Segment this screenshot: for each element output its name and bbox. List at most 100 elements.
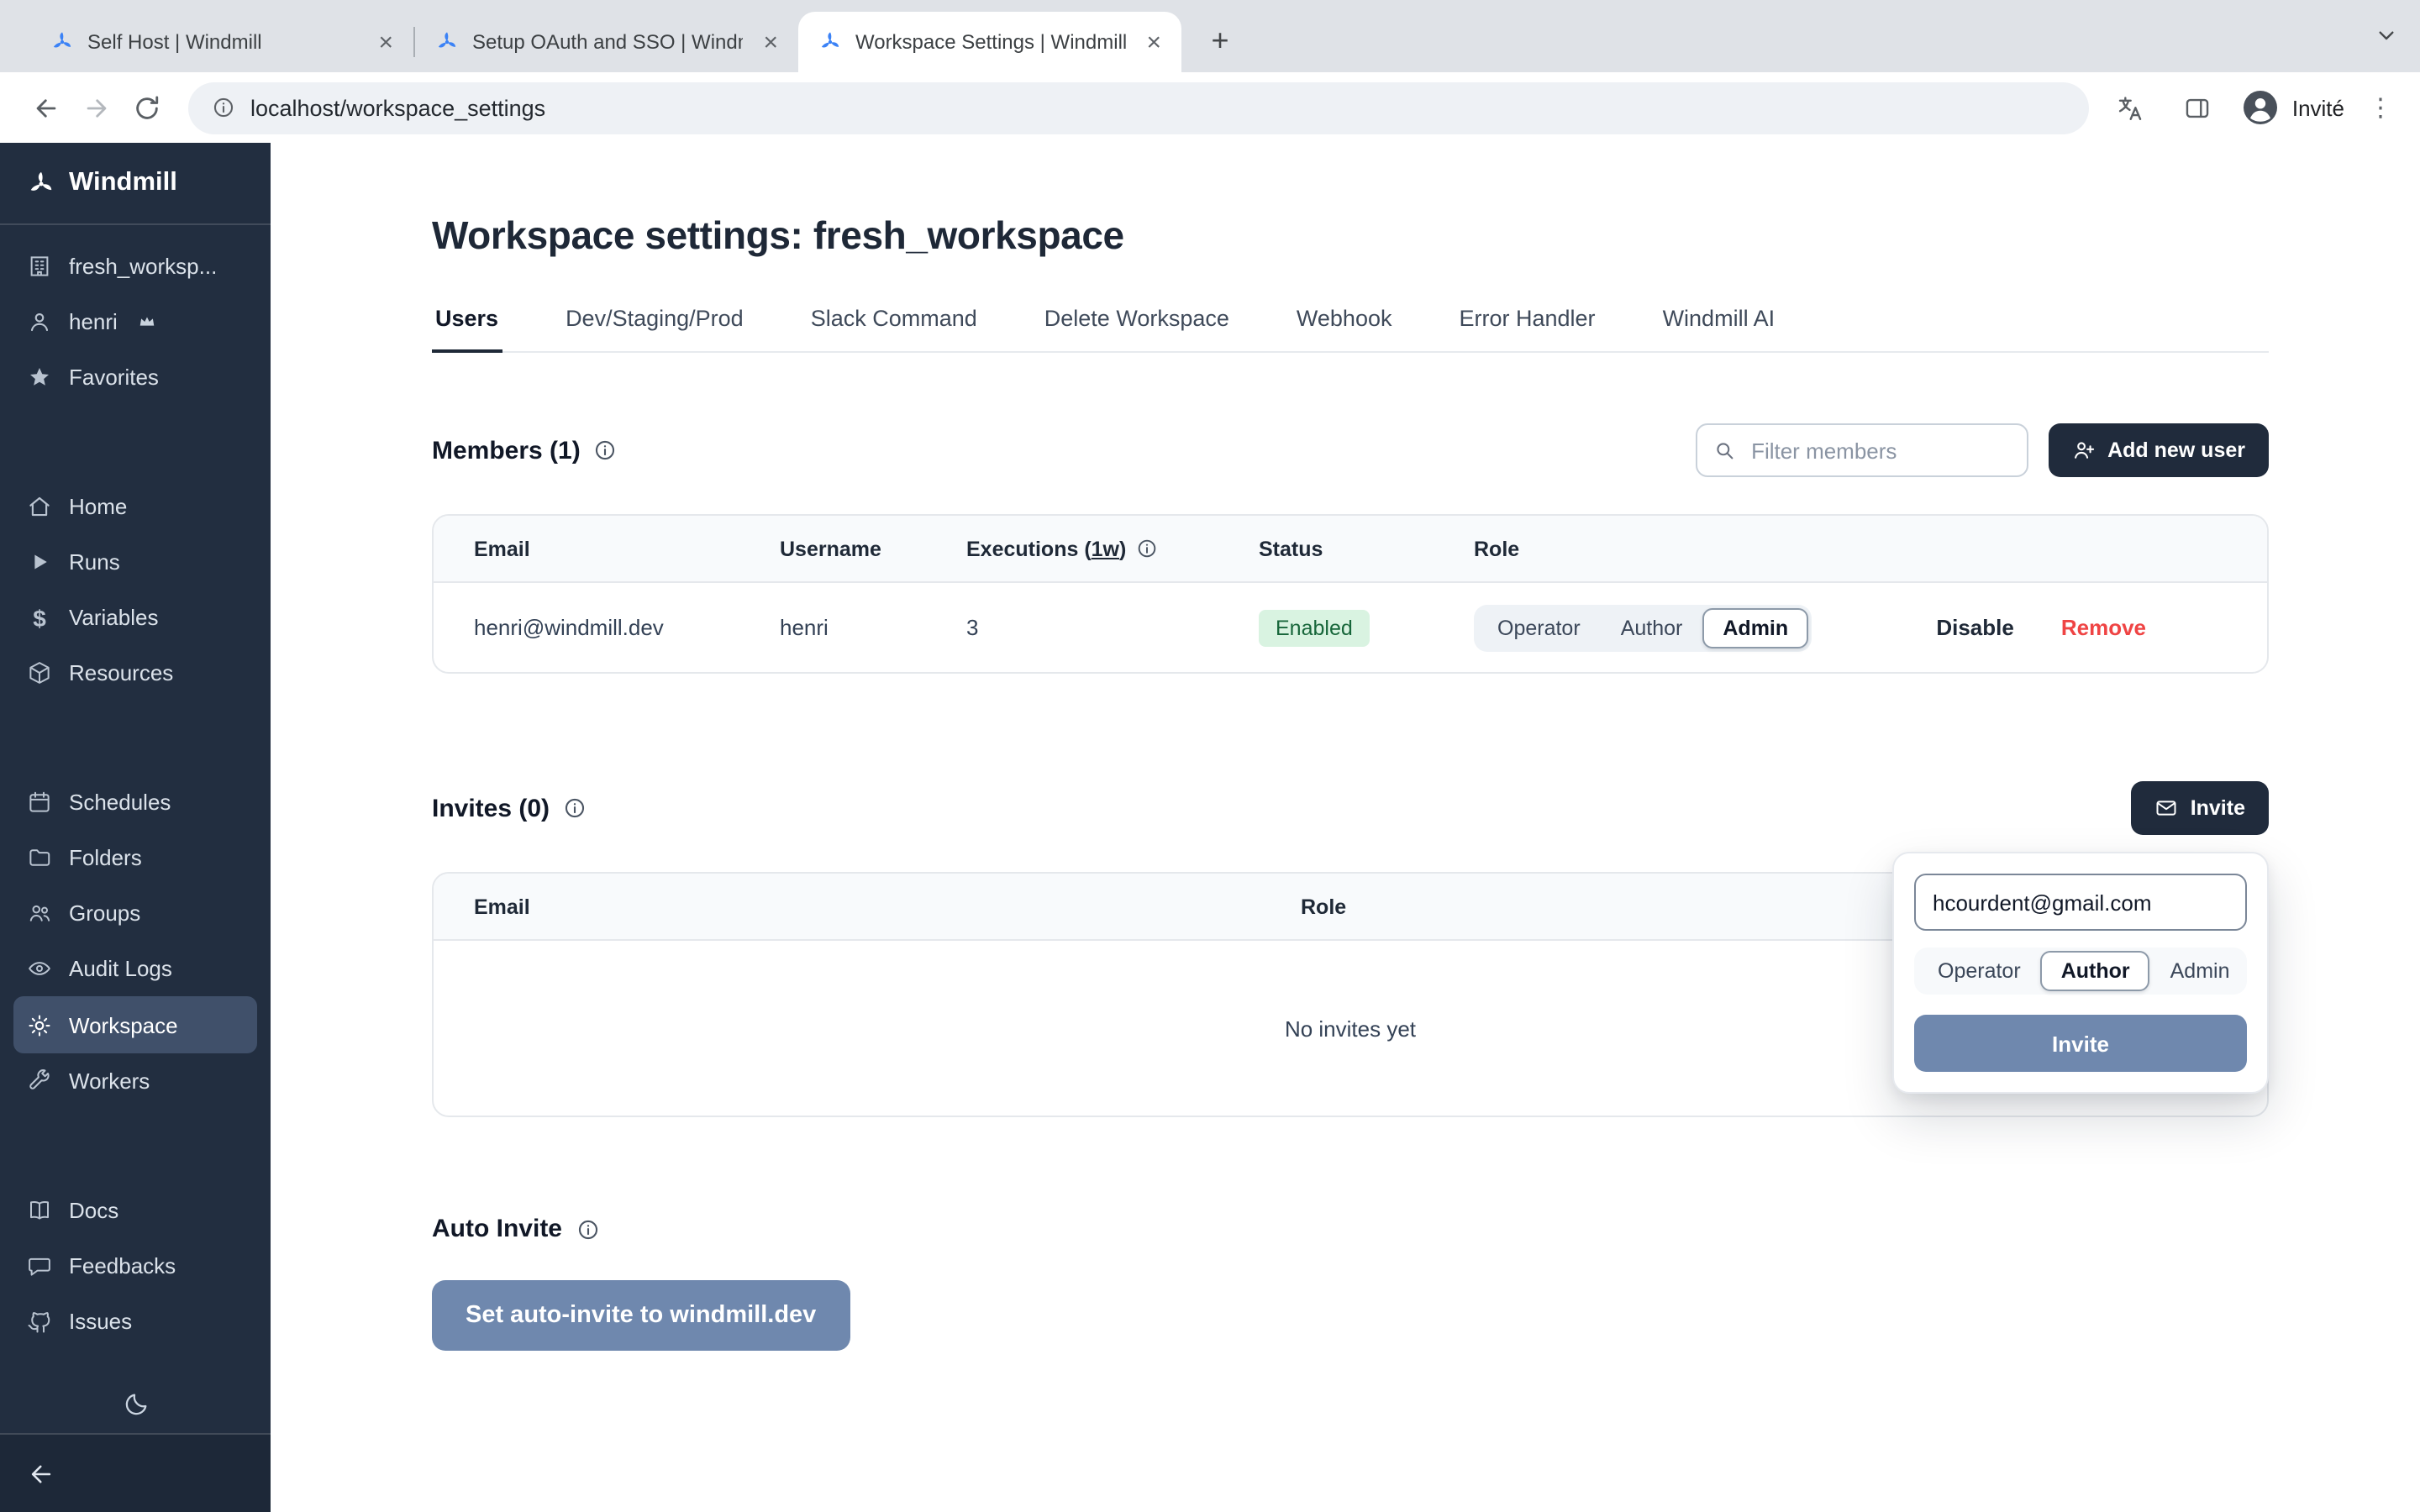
tab-error-handler[interactable]: Error Handler	[1456, 306, 1599, 351]
browser-profile-button[interactable]: Invité	[2240, 87, 2344, 128]
role-admin-button[interactable]: Admin	[2150, 951, 2250, 991]
auto-invite-button[interactable]: Set auto-invite to windmill.dev	[432, 1280, 850, 1351]
address-bar[interactable]: localhost/workspace_settings	[188, 81, 2089, 134]
sidebar-item-label: Home	[69, 494, 127, 519]
sidebar-item-runs[interactable]: Runs	[0, 534, 271, 590]
tab-slack-command[interactable]: Slack Command	[808, 306, 981, 351]
theme-toggle[interactable]	[0, 1376, 271, 1433]
sidebar-nav-secondary: Schedules Folders Groups Audit Logs Work…	[0, 761, 271, 1122]
filter-members-input[interactable]	[1696, 423, 2028, 477]
sidebar-item-workers[interactable]: Workers	[0, 1053, 271, 1109]
add-new-user-button[interactable]: Add new user	[2049, 423, 2269, 477]
remove-button[interactable]: Remove	[2061, 615, 2146, 640]
sidebar-item-feedbacks[interactable]: Feedbacks	[0, 1238, 271, 1294]
members-table-header: Email Username Executions (1w) Status Ro…	[434, 516, 2267, 583]
sidebar: Windmill fresh_worksp... henri Favorites	[0, 143, 271, 1512]
tab-webhook[interactable]: Webhook	[1293, 306, 1396, 351]
invite-button[interactable]: Invite	[2132, 781, 2269, 835]
role-admin-button[interactable]: Admin	[1702, 607, 1808, 648]
invites-heading: Invites (0)	[432, 794, 550, 822]
browser-tab-self-host[interactable]: Self Host | Windmill ×	[30, 12, 413, 72]
info-icon[interactable]	[1136, 538, 1158, 559]
browser-menu-button[interactable]: ⋮	[2361, 92, 2400, 123]
url-text: localhost/workspace_settings	[250, 95, 545, 120]
tab-dev-staging-prod[interactable]: Dev/Staging/Prod	[562, 306, 747, 351]
moon-icon	[122, 1391, 149, 1418]
members-heading: Members (1)	[432, 436, 581, 465]
disable-button[interactable]: Disable	[1936, 615, 2014, 640]
forward-button[interactable]	[71, 82, 121, 133]
tab-users[interactable]: Users	[432, 306, 502, 353]
tab-windmill-ai[interactable]: Windmill AI	[1660, 306, 1779, 351]
role-operator-button[interactable]: Operator	[1918, 951, 2041, 991]
user-plus-icon	[2072, 438, 2096, 462]
gear-icon	[27, 1012, 52, 1037]
sidebar-item-resources[interactable]: Resources	[0, 645, 271, 701]
role-operator-button[interactable]: Operator	[1477, 607, 1601, 648]
users-group-icon	[27, 900, 52, 926]
invite-submit-button[interactable]: Invite	[1914, 1015, 2247, 1072]
star-icon	[27, 365, 52, 390]
sidebar-item-label: Folders	[69, 845, 142, 870]
dollar-icon: $	[27, 604, 52, 631]
sidebar-item-label: Variables	[69, 605, 158, 630]
sidebar-item-groups[interactable]: Groups	[0, 885, 271, 941]
role-author-button[interactable]: Author	[2041, 951, 2150, 991]
envelope-icon	[2155, 796, 2179, 820]
info-icon[interactable]	[594, 438, 618, 462]
browser-tab-oauth-sso[interactable]: Setup OAuth and SSO | Windm ×	[415, 12, 798, 72]
sidebar-item-workspace[interactable]: Workspace	[13, 996, 257, 1053]
auto-invite-heading: Auto Invite	[432, 1215, 562, 1243]
back-button[interactable]	[20, 82, 71, 133]
sidebar-item-home[interactable]: Home	[0, 479, 271, 534]
windmill-logo-icon	[27, 169, 55, 197]
sidebar-nav-primary: Home Runs $ Variables Resources	[0, 465, 271, 714]
calendar-icon	[27, 790, 52, 815]
sidebar-item-folders[interactable]: Folders	[0, 830, 271, 885]
book-icon	[27, 1198, 52, 1223]
role-author-button[interactable]: Author	[1601, 607, 1703, 648]
new-tab-button[interactable]: +	[1198, 18, 1242, 62]
info-icon[interactable]	[576, 1217, 599, 1241]
search-icon	[1712, 438, 1736, 462]
members-table: Email Username Executions (1w) Status Ro…	[432, 514, 2269, 674]
side-panel-button[interactable]	[2173, 82, 2223, 133]
reload-button[interactable]	[121, 82, 171, 133]
browser-tab-workspace-settings[interactable]: Workspace Settings | Windmill ×	[798, 12, 1181, 72]
user-icon	[27, 309, 52, 334]
tab-close-icon[interactable]: ×	[371, 29, 400, 55]
tab-close-icon[interactable]: ×	[756, 29, 785, 55]
translate-button[interactable]	[2106, 82, 2156, 133]
sidebar-item-issues[interactable]: Issues	[0, 1294, 271, 1349]
sidebar-item-label: Resources	[69, 660, 173, 685]
tab-delete-workspace[interactable]: Delete Workspace	[1041, 306, 1233, 351]
tab-close-icon[interactable]: ×	[1139, 29, 1168, 55]
sidebar-item-label: Schedules	[69, 790, 171, 815]
site-info-icon[interactable]	[212, 96, 235, 119]
sidebar-item-favorites[interactable]: Favorites	[0, 349, 271, 405]
favorites-label: Favorites	[69, 365, 159, 390]
chevron-down-icon[interactable]	[2373, 22, 2400, 49]
workspace-selector[interactable]: fresh_worksp...	[0, 239, 271, 294]
translate-icon	[2117, 93, 2145, 122]
sidebar-user-menu[interactable]: henri	[0, 294, 271, 349]
sidebar-collapse[interactable]	[0, 1433, 271, 1512]
add-new-user-label: Add new user	[2107, 438, 2245, 462]
info-icon[interactable]	[563, 796, 587, 820]
play-icon	[27, 549, 52, 575]
chat-icon	[27, 1253, 52, 1278]
brand-name: Windmill	[69, 168, 177, 198]
sidebar-item-variables[interactable]: $ Variables	[0, 590, 271, 645]
members-header-row: Members (1) Add new user	[432, 423, 2269, 477]
folder-icon	[27, 845, 52, 870]
tab-title: Self Host | Windmill	[87, 30, 358, 54]
main-content: Workspace settings: fresh_workspace User…	[271, 143, 2420, 1512]
tab-title: Workspace Settings | Windmill	[855, 30, 1126, 54]
sidebar-item-docs[interactable]: Docs	[0, 1183, 271, 1238]
sidebar-item-schedules[interactable]: Schedules	[0, 774, 271, 830]
windmill-logo[interactable]: Windmill	[0, 143, 271, 223]
auto-invite-header-row: Auto Invite	[432, 1215, 2269, 1243]
invite-email-input[interactable]	[1914, 874, 2247, 931]
sidebar-item-audit-logs[interactable]: Audit Logs	[0, 941, 271, 996]
toolbar-right: Invité ⋮	[2106, 82, 2400, 133]
